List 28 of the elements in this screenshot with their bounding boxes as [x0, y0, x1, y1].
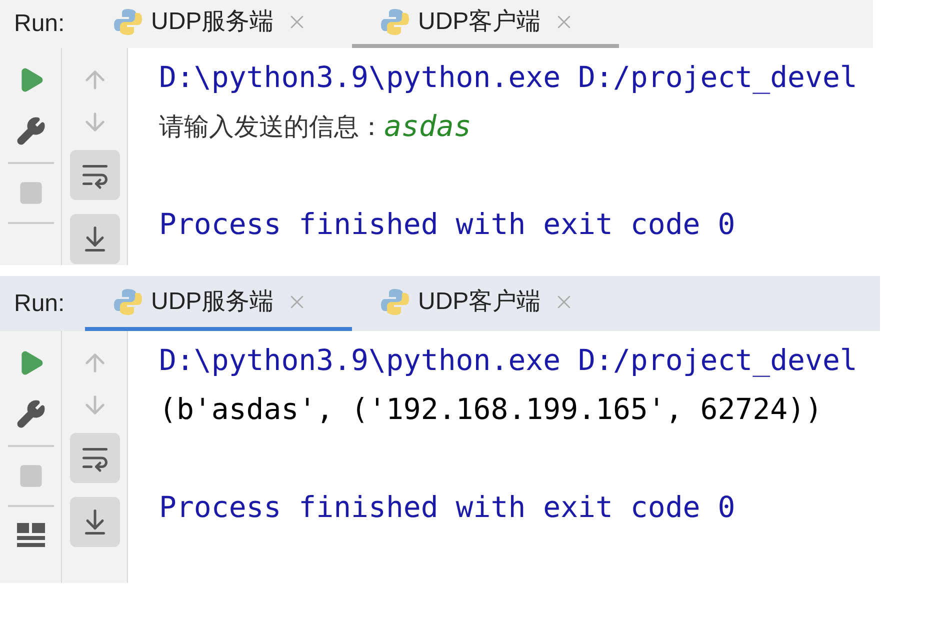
soft-wrap-button[interactable]	[70, 150, 120, 200]
console-line: D:\python3.9\python.exe D:/project_devel	[159, 59, 858, 96]
scroll-to-end-button[interactable]	[70, 214, 120, 264]
python-logo-icon	[380, 286, 410, 316]
tab-label: UDP服务端	[151, 7, 274, 37]
wrench-icon[interactable]	[16, 116, 46, 146]
console-line: Process finished with exit code 0	[159, 489, 736, 526]
tab-label: UDP服务端	[151, 286, 274, 316]
scroll-to-end-button[interactable]	[70, 497, 120, 547]
soft-wrap-button[interactable]	[70, 433, 120, 483]
console-line: D:\python3.9\python.exe D:/project_devel	[159, 342, 858, 379]
python-logo-icon	[113, 286, 143, 316]
layout-icon[interactable]	[16, 523, 44, 547]
console-line: (b'asdas', ('192.168.199.165', 62724))	[159, 391, 824, 428]
stop-icon[interactable]	[18, 180, 44, 206]
stop-icon[interactable]	[18, 463, 44, 489]
prompt-text: 请输入发送的信息：	[159, 111, 384, 143]
run-tab[interactable]: UDP客户端	[352, 276, 619, 331]
tab-label: UDP客户端	[418, 7, 541, 37]
tab-label: UDP客户端	[418, 286, 541, 316]
python-logo-icon	[380, 7, 410, 37]
typed-input-text: asdas	[384, 108, 472, 145]
console-line: Process finished with exit code 0	[159, 206, 736, 243]
run-label: Run:	[13, 288, 66, 318]
run-label: Run:	[13, 9, 66, 39]
python-logo-icon	[113, 7, 143, 37]
wrench-icon[interactable]	[16, 399, 46, 429]
run-tab[interactable]: UDP服务端	[85, 0, 352, 48]
